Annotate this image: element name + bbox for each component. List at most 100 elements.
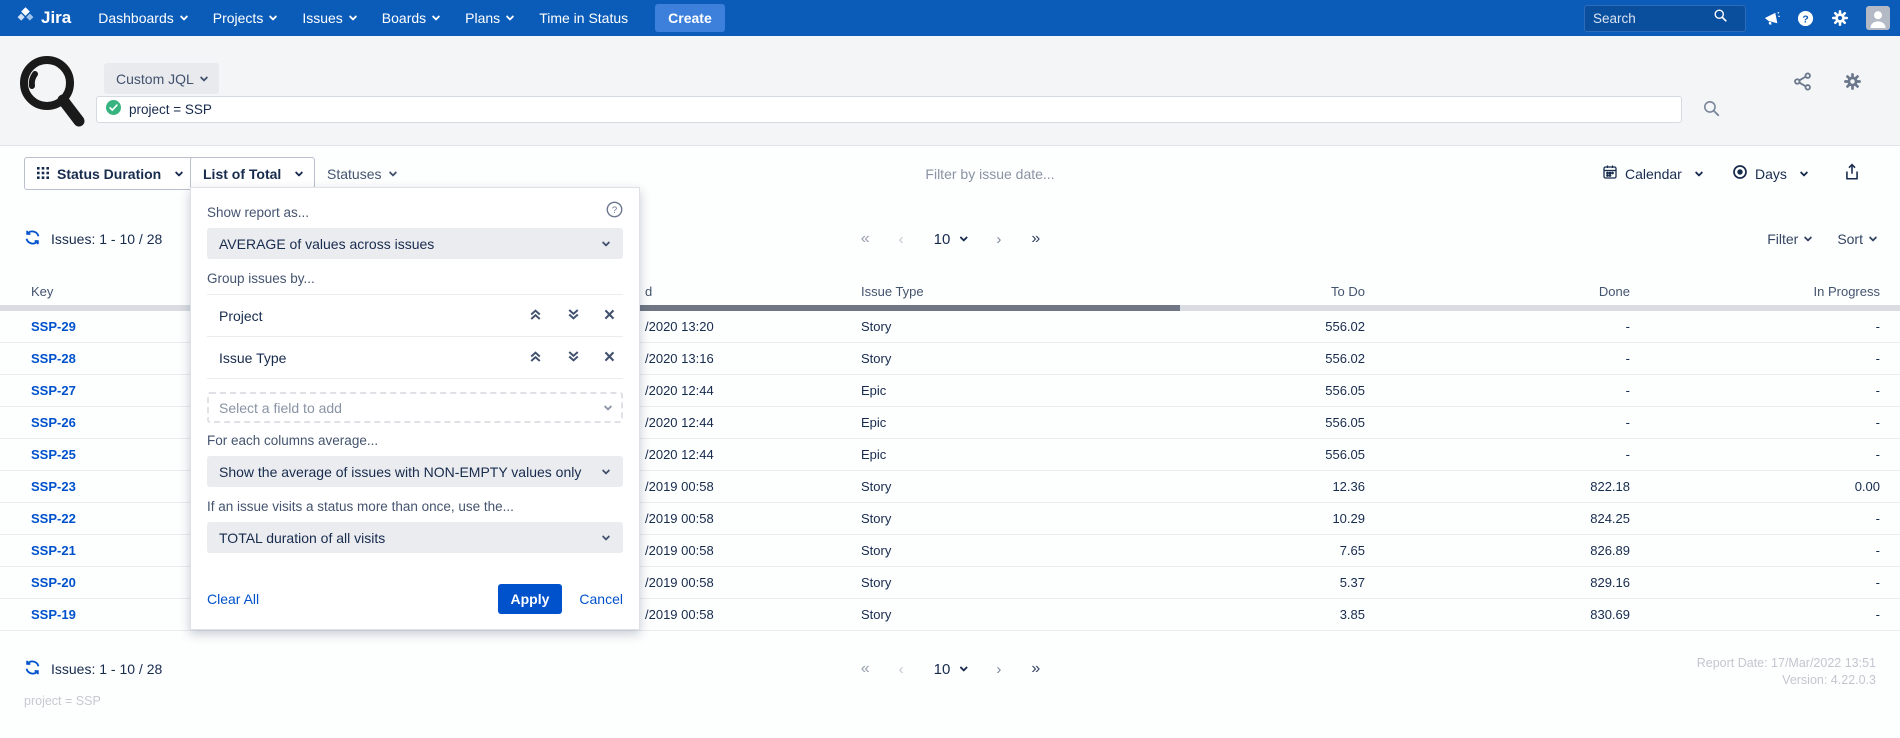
issue-key-link[interactable]: SSP-22	[24, 511, 200, 526]
done-cell: -	[1370, 383, 1630, 398]
pagination-first[interactable]: «	[861, 230, 869, 248]
move-down-icon[interactable]	[566, 349, 581, 367]
clear-all-link[interactable]: Clear All	[207, 591, 259, 607]
remove-field-icon[interactable]: ×	[604, 348, 615, 367]
report-version: Version: 4.22.0.3	[1697, 672, 1876, 689]
issues-count: Issues: 1 - 10 / 28	[24, 229, 162, 249]
pagination-page-size[interactable]: 10	[934, 661, 967, 678]
global-search-box[interactable]	[1584, 5, 1746, 32]
chevron-down-icon	[389, 168, 397, 176]
pagination-next[interactable]: ›	[996, 661, 1001, 678]
issue-type-cell: Epic	[800, 415, 1000, 430]
pagination-last[interactable]: »	[1031, 230, 1039, 248]
issue-key-link[interactable]: SSP-28	[24, 351, 200, 366]
avatar[interactable]	[1866, 6, 1890, 30]
top-nav: Jira Dashboards Projects Issues Boards P…	[0, 0, 1900, 36]
issue-key-link[interactable]: SSP-29	[24, 319, 200, 334]
sort-dropdown[interactable]: Sort	[1837, 231, 1876, 247]
share-icon[interactable]	[1793, 72, 1812, 91]
nav-item-plans[interactable]: Plans	[452, 10, 526, 26]
issue-type-cell: Story	[800, 351, 1000, 366]
nav-item-projects[interactable]: Projects	[200, 10, 290, 26]
pagination-last[interactable]: »	[1031, 660, 1039, 678]
in-progress-cell: -	[1630, 575, 1880, 590]
pagination-next[interactable]: ›	[996, 231, 1001, 248]
in-progress-cell: -	[1630, 383, 1880, 398]
jql-input[interactable]	[129, 102, 1672, 117]
global-search-input[interactable]	[1593, 11, 1713, 26]
pagination-first[interactable]: «	[861, 660, 869, 678]
col-issue-type[interactable]: Issue Type	[800, 284, 1000, 299]
jira-brand[interactable]: Jira	[16, 6, 71, 30]
filter-dropdown[interactable]: Filter	[1767, 231, 1811, 247]
pagination-page-size[interactable]: 10	[934, 231, 967, 248]
nav-item-boards[interactable]: Boards	[369, 10, 452, 26]
chevron-down-icon	[295, 168, 303, 176]
move-up-icon[interactable]	[528, 307, 543, 325]
move-down-icon[interactable]	[566, 307, 581, 325]
col-in-progress[interactable]: In Progress	[1630, 284, 1880, 299]
report-date: Report Date: 17/Mar/2022 13:51	[1697, 655, 1876, 672]
refresh-icon[interactable]	[24, 229, 41, 249]
in-progress-cell: -	[1630, 543, 1880, 558]
issue-type-cell: Story	[800, 479, 1000, 494]
col-key[interactable]: Key	[24, 284, 200, 299]
refresh-icon[interactable]	[24, 659, 41, 679]
cancel-link[interactable]: Cancel	[579, 591, 623, 607]
issue-key-link[interactable]: SSP-25	[24, 447, 200, 462]
nav-item-issues[interactable]: Issues	[289, 10, 368, 26]
chevron-down-icon	[602, 238, 610, 246]
jql-mode-button[interactable]: Custom JQL	[104, 63, 219, 94]
visits-mode-select[interactable]: TOTAL duration of all visits	[207, 522, 623, 553]
pagination-prev[interactable]: ‹	[899, 661, 904, 678]
to-do-cell: 12.36	[1000, 479, 1370, 494]
app-magnifier-logo-icon	[17, 53, 87, 136]
help-icon[interactable]: ?	[1797, 10, 1814, 27]
megaphone-icon[interactable]	[1763, 10, 1780, 27]
issue-date-filter-input[interactable]	[790, 157, 1190, 190]
jql-query-box[interactable]	[96, 96, 1682, 123]
report-as-select[interactable]: AVERAGE of values across issues	[207, 228, 623, 259]
move-up-icon[interactable]	[528, 349, 543, 367]
export-button[interactable]	[1843, 157, 1861, 190]
issue-key-link[interactable]: SSP-27	[24, 383, 200, 398]
statuses-dropdown[interactable]: Statuses	[327, 157, 396, 190]
in-progress-cell: -	[1630, 319, 1880, 334]
run-query-search-icon[interactable]	[1702, 99, 1721, 123]
issue-key-link[interactable]: SSP-21	[24, 543, 200, 558]
done-cell: -	[1370, 351, 1630, 366]
settings-gear-icon[interactable]	[1843, 72, 1862, 91]
to-do-cell: 10.29	[1000, 511, 1370, 526]
in-progress-cell: -	[1630, 351, 1880, 366]
svg-text:?: ?	[1802, 14, 1808, 25]
nav-item-dashboards[interactable]: Dashboards	[85, 10, 200, 26]
issue-key-link[interactable]: SSP-19	[24, 607, 200, 622]
remove-field-icon[interactable]: ×	[604, 306, 615, 325]
time-unit-dropdown[interactable]: Days	[1732, 157, 1807, 190]
in-progress-cell: 0.00	[1630, 479, 1880, 494]
avg-mode-select[interactable]: Show the average of issues with NON-EMPT…	[207, 456, 623, 487]
issue-key-link[interactable]: SSP-23	[24, 479, 200, 494]
view-mode-button[interactable]: List of Total	[190, 157, 315, 190]
apply-button[interactable]: Apply	[498, 584, 563, 614]
pagination-prev[interactable]: ‹	[899, 231, 904, 248]
create-button[interactable]: Create	[655, 4, 725, 32]
add-field-input[interactable]	[219, 400, 598, 416]
issue-key-link[interactable]: SSP-20	[24, 575, 200, 590]
report-type-button[interactable]: Status Duration	[24, 157, 195, 190]
issue-key-link[interactable]: SSP-26	[24, 415, 200, 430]
chevron-down-icon	[1695, 168, 1703, 176]
help-circle-icon[interactable]: ?	[606, 201, 623, 223]
done-cell: -	[1370, 415, 1630, 430]
calendar-dropdown[interactable]: Calendar	[1602, 157, 1702, 190]
nav-item-time-in-status[interactable]: Time in Status	[526, 10, 641, 26]
to-do-cell: 556.02	[1000, 351, 1370, 366]
col-done[interactable]: Done	[1370, 284, 1630, 299]
add-field-box[interactable]	[207, 392, 623, 423]
gear-icon[interactable]	[1831, 9, 1849, 27]
chevron-down-icon	[506, 12, 514, 20]
chevron-down-icon	[602, 532, 610, 540]
jira-logo-icon	[16, 6, 35, 30]
col-to-do[interactable]: To Do	[1000, 284, 1370, 299]
to-do-cell: 556.02	[1000, 319, 1370, 334]
